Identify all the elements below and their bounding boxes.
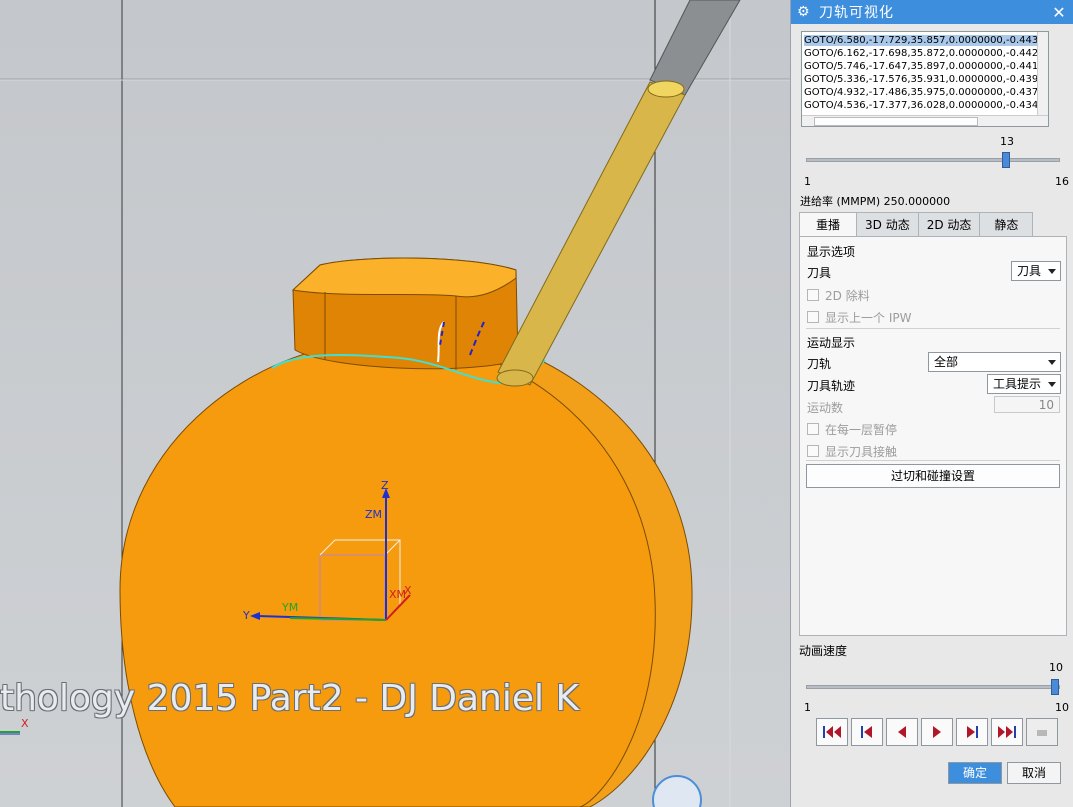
axis-x-label: X [404,584,412,597]
show-prev-ipw-label: 显示上一个 IPW [825,311,912,325]
show-tool-contact-label: 显示刀具接触 [825,445,898,459]
axis-ym-label: YM [282,601,299,614]
forward-to-end-icon[interactable] [991,718,1023,746]
gear-icon[interactable]: ⚙ [797,5,811,19]
anim-speed-value: 10 [1049,661,1063,674]
playback-controls [816,718,1061,746]
divider [806,460,1060,461]
remove-2d-checkbox[interactable]: 2D 除料 [807,287,870,304]
cancel-button[interactable]: 取消 [1007,762,1061,784]
video-caption: thology 2015 Part2 - DJ Daniel K [0,678,580,719]
position-max: 16 [1055,175,1069,188]
list-vertical-scrollbar[interactable] [1037,32,1048,116]
anim-speed-slider[interactable] [806,679,1060,695]
remove-2d-label: 2D 除料 [825,289,870,303]
tool-dropdown-value: 刀具 [1017,264,1042,278]
ok-button[interactable]: 确定 [948,762,1002,784]
tab-3d-dynamic[interactable]: 3D 动态 [856,212,919,236]
mode-tabs: 重播 3D 动态 2D 动态 静态 [799,212,1034,237]
list-item[interactable]: GOTO/6.162,-17.698,35.872,0.0000000,-0.4… [804,47,1037,60]
part-boss-top [291,257,517,298]
axis-zm-label: ZM [365,508,383,521]
position-slider[interactable] [806,152,1060,168]
stop-icon[interactable] [1026,718,1058,746]
tool-label: 刀具 [807,266,832,280]
divider [806,328,1060,329]
checkbox-icon [807,311,819,323]
toolpath-dropdown[interactable]: 全部 [928,352,1061,372]
axis-z-label: Z [381,479,389,492]
dialog-titlebar: ⚙ 刀轨可视化 ✕ [791,0,1073,24]
position-min: 1 [804,175,811,188]
feed-rate: 进给率 (MMPM) 250.000000 [800,195,951,208]
checkbox-icon [807,423,819,435]
motion-count-label: 运动数 [807,401,844,415]
axis-y-label: Y [243,609,250,622]
position-value: 13 [1000,135,1014,148]
chevron-down-icon [1048,269,1056,274]
show-prev-ipw-checkbox[interactable]: 显示上一个 IPW [807,309,911,326]
list-item[interactable]: GOTO/4.536,-17.377,36.028,0.0000000,-0.4… [804,99,1037,112]
dialog-title: 刀轨可视化 [819,5,894,21]
list-item[interactable]: GOTO/5.336,-17.576,35.931,0.0000000,-0.4… [804,73,1037,86]
list-item[interactable]: GOTO/6.580,-17.729,35.857,0.0000000,-0.4… [804,34,1037,47]
step-forward-icon[interactable] [956,718,988,746]
play-reverse-icon[interactable] [886,718,918,746]
show-tool-contact-checkbox[interactable]: 显示刀具接触 [807,443,897,460]
tool-dropdown[interactable]: 刀具 [1011,261,1061,281]
play-forward-icon[interactable] [921,718,953,746]
toolpath-visualization-dialog: ⚙ 刀轨可视化 ✕ GOTO/6.580,-17.729,35.857,0.00… [790,0,1073,807]
replay-pane: 显示选项 刀具 刀具 2D 除料 显示上一个 IPW 运动显示 刀轨 全部 刀具… [799,236,1067,636]
rewind-to-start-icon[interactable] [816,718,848,746]
list-item[interactable]: GOTO/5.746,-17.647,35.897,0.0000000,-0.4… [804,60,1037,73]
chevron-down-icon [1048,360,1056,365]
pause-each-layer-label: 在每一层暂停 [825,423,898,437]
toolpath-label: 刀轨 [807,357,832,371]
display-options-heading: 显示选项 [807,245,856,259]
tool-shank [497,81,686,386]
motion-count-field[interactable]: 10 [994,396,1060,413]
pause-each-layer-checkbox[interactable]: 在每一层暂停 [807,421,897,438]
graphics-viewport[interactable]: Z ZM Y YM XM X X thology 2015 Part2 - DJ… [0,0,790,807]
goto-listbox[interactable]: GOTO/6.580,-17.729,35.857,0.0000000,-0.4… [801,31,1049,127]
chevron-down-icon [1048,382,1056,387]
anim-speed-max: 10 [1055,701,1069,714]
close-icon[interactable]: ✕ [1051,3,1067,22]
position-slider-thumb[interactable] [1002,152,1010,168]
checkbox-icon [807,289,819,301]
tab-replay[interactable]: 重播 [799,212,858,237]
scroll-thumb[interactable] [814,117,978,126]
tool-trace-label: 刀具轨迹 [807,379,856,393]
list-horizontal-scrollbar[interactable] [802,115,1048,126]
tool-trace-dropdown[interactable]: 工具提示 [987,374,1061,394]
step-back-icon[interactable] [851,718,883,746]
anim-speed-label: 动画速度 [799,644,848,658]
tool-trace-dropdown-value: 工具提示 [993,377,1042,391]
checkbox-icon [807,445,819,457]
anim-speed-slider-thumb[interactable] [1051,679,1059,695]
tab-static[interactable]: 静态 [979,212,1034,236]
motion-display-heading: 运动显示 [807,336,856,350]
tab-2d-dynamic[interactable]: 2D 动态 [917,212,981,236]
anim-speed-min: 1 [804,701,811,714]
gouge-collision-settings-button[interactable]: 过切和碰撞设置 [806,464,1060,488]
list-item[interactable]: GOTO/4.932,-17.486,35.975,0.0000000,-0.4… [804,86,1037,99]
toolpath-dropdown-value: 全部 [934,355,959,369]
